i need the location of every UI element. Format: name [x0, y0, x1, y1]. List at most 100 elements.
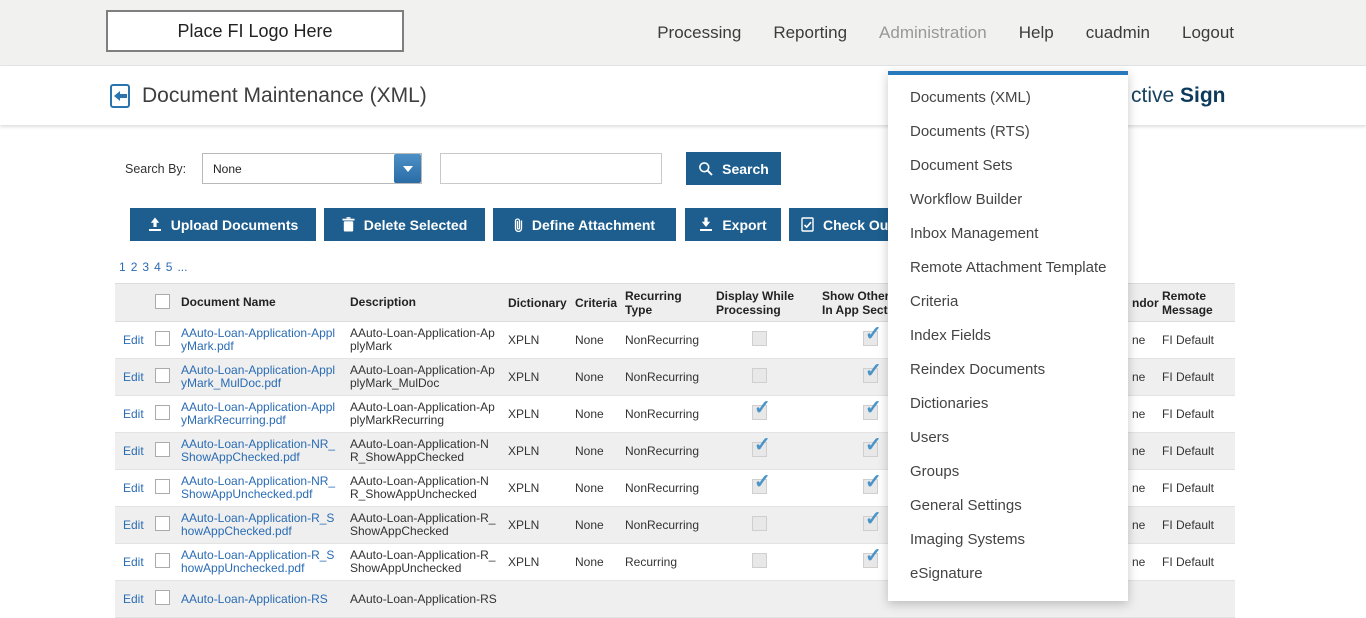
recurring-type-cell: NonRecurring [617, 407, 709, 421]
define-attachment-label: Define Attachment [532, 217, 655, 233]
nav-administration[interactable]: Administration [879, 23, 987, 43]
row-select-checkbox[interactable] [155, 405, 170, 420]
title-bar: Document Maintenance (XML) ctive Sign [0, 66, 1366, 125]
description-cell: AAuto-Loan-Application-RS [347, 593, 503, 606]
edit-link[interactable]: Edit [123, 555, 144, 569]
header-recurring-type: Recurring Type [617, 289, 709, 317]
row-select-checkbox[interactable] [155, 368, 170, 383]
show-other-checkbox[interactable] [863, 331, 878, 346]
select-all-checkbox[interactable] [155, 294, 170, 309]
header-display-while-processing: Display While Processing [709, 289, 807, 317]
menu-item-inbox-management[interactable]: Inbox Management [888, 217, 1128, 251]
row-select-checkbox[interactable] [155, 516, 170, 531]
nav-cuadmin[interactable]: cuadmin [1086, 23, 1150, 43]
display-while-processing-checkbox[interactable] [752, 553, 767, 568]
display-while-processing-checkbox[interactable] [752, 368, 767, 383]
edit-link[interactable]: Edit [123, 370, 144, 384]
show-other-checkbox[interactable] [863, 368, 878, 383]
search-by-selected-value: None [203, 162, 394, 176]
menu-item-esignature[interactable]: eSignature [888, 557, 1128, 591]
document-name-link[interactable]: AAuto-Loan-Application-NR_ShowAppChecked… [181, 437, 335, 464]
display-while-processing-checkbox[interactable] [752, 405, 767, 420]
recurring-type-cell: NonRecurring [617, 518, 709, 532]
edit-link[interactable]: Edit [123, 481, 144, 495]
menu-item-imaging-systems[interactable]: Imaging Systems [888, 523, 1128, 557]
fi-logo-placeholder: Place FI Logo Here [106, 10, 404, 52]
menu-item-document-sets[interactable]: Document Sets [888, 149, 1128, 183]
document-name-link[interactable]: AAuto-Loan-Application-NR_ShowAppUncheck… [181, 474, 335, 501]
page-link-1[interactable]: 1 [119, 260, 126, 274]
remote-message-cell: FI Default [1155, 444, 1235, 458]
page-link-more[interactable]: ... [177, 260, 187, 274]
row-select-checkbox[interactable] [155, 553, 170, 568]
vendor-cell: ne [1125, 518, 1155, 532]
page-link-2[interactable]: 2 [131, 260, 138, 274]
description-cell: AAuto-Loan-Application-ApplyMarkRecurrin… [347, 401, 503, 427]
delete-selected-label: Delete Selected [364, 217, 468, 233]
criteria-cell: None [567, 518, 617, 532]
recurring-type-cell: NonRecurring [617, 481, 709, 495]
document-name-link[interactable]: AAuto-Loan-Application-ApplyMark.pdf [181, 326, 335, 353]
criteria-cell: None [567, 333, 617, 347]
edit-link[interactable]: Edit [123, 333, 144, 347]
document-name-link[interactable]: AAuto-Loan-Application-R_ShowAppChecked.… [181, 511, 334, 538]
fi-logo-text: Place FI Logo Here [177, 21, 332, 42]
description-cell: AAuto-Loan-Application-R_ShowAppUnchecke… [347, 549, 503, 575]
remote-message-cell: FI Default [1155, 481, 1235, 495]
page-link-3[interactable]: 3 [142, 260, 149, 274]
menu-item-documents-rts[interactable]: Documents (RTS) [888, 115, 1128, 149]
export-button[interactable]: Export [685, 208, 781, 241]
document-name-link[interactable]: AAuto-Loan-Application-R_ShowAppUnchecke… [181, 548, 334, 575]
description-cell: AAuto-Loan-Application-ApplyMark [347, 327, 503, 353]
define-attachment-button[interactable]: Define Attachment [493, 208, 676, 241]
edit-link[interactable]: Edit [123, 444, 144, 458]
row-select-checkbox[interactable] [155, 590, 170, 605]
search-by-dropdown[interactable]: None [202, 153, 422, 184]
menu-item-workflow-builder[interactable]: Workflow Builder [888, 183, 1128, 217]
show-other-checkbox[interactable] [863, 553, 878, 568]
download-icon [699, 217, 713, 232]
vendor-cell: ne [1125, 444, 1155, 458]
nav-processing[interactable]: Processing [657, 23, 741, 43]
delete-selected-button[interactable]: Delete Selected [324, 208, 485, 241]
nav-reporting[interactable]: Reporting [773, 23, 847, 43]
row-select-checkbox[interactable] [155, 331, 170, 346]
display-while-processing-checkbox[interactable] [752, 442, 767, 457]
show-other-checkbox[interactable] [863, 442, 878, 457]
edit-link[interactable]: Edit [123, 592, 144, 606]
edit-link[interactable]: Edit [123, 518, 144, 532]
show-other-checkbox[interactable] [863, 516, 878, 531]
page-link-5[interactable]: 5 [166, 260, 173, 274]
document-name-link[interactable]: AAuto-Loan-Application-ApplyMark_MulDoc.… [181, 363, 335, 390]
row-select-checkbox[interactable] [155, 479, 170, 494]
page-link-4[interactable]: 4 [154, 260, 161, 274]
display-while-processing-checkbox[interactable] [752, 479, 767, 494]
remote-message-cell: FI Default [1155, 333, 1235, 347]
search-input[interactable] [440, 153, 662, 184]
show-other-checkbox[interactable] [863, 479, 878, 494]
menu-item-documents-xml[interactable]: Documents (XML) [888, 81, 1128, 115]
paperclip-icon [514, 217, 523, 233]
display-while-processing-checkbox[interactable] [752, 331, 767, 346]
vendor-cell: ne [1125, 370, 1155, 384]
menu-item-index-fields[interactable]: Index Fields [888, 319, 1128, 353]
upload-documents-button[interactable]: Upload Documents [130, 208, 316, 241]
display-while-processing-checkbox[interactable] [752, 516, 767, 531]
edit-link[interactable]: Edit [123, 407, 144, 421]
show-other-checkbox[interactable] [863, 405, 878, 420]
menu-item-criteria[interactable]: Criteria [888, 285, 1128, 319]
nav-logout[interactable]: Logout [1182, 23, 1234, 43]
menu-item-general-settings[interactable]: General Settings [888, 489, 1128, 523]
menu-item-dictionaries[interactable]: Dictionaries [888, 387, 1128, 421]
dictionary-cell: XPLN [503, 481, 567, 495]
dropdown-button[interactable] [394, 154, 421, 183]
nav-help[interactable]: Help [1019, 23, 1054, 43]
row-select-checkbox[interactable] [155, 442, 170, 457]
document-name-link[interactable]: AAuto-Loan-Application-ApplyMarkRecurrin… [181, 400, 335, 427]
menu-item-remote-attachment-template[interactable]: Remote Attachment Template [888, 251, 1128, 285]
menu-item-reindex-documents[interactable]: Reindex Documents [888, 353, 1128, 387]
menu-item-groups[interactable]: Groups [888, 455, 1128, 489]
search-button[interactable]: Search [686, 152, 781, 185]
document-name-link[interactable]: AAuto-Loan-Application-RS [181, 592, 328, 606]
menu-item-users[interactable]: Users [888, 421, 1128, 455]
